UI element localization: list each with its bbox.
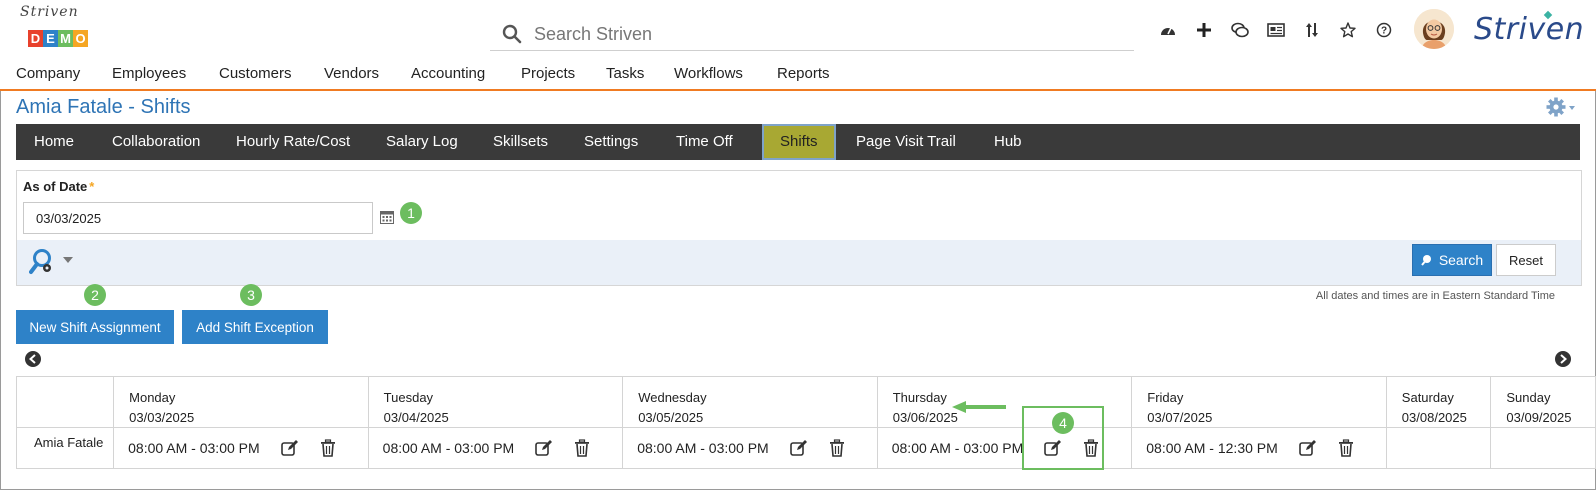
striven-demo-logo[interactable]: Striven D E M O (14, 4, 100, 52)
employee-header-cell (15, 376, 115, 428)
day-header-friday: Friday 03/07/2025 (1131, 376, 1387, 428)
edit-icon[interactable] (1296, 436, 1320, 460)
user-avatar[interactable] (1414, 9, 1454, 49)
shift-cell-wednesday: 08:00 AM - 03:00 PM (622, 427, 878, 469)
shift-schedule-table: Monday 03/03/2025 Tuesday 03/04/2025 Wedne… (15, 376, 1596, 469)
shift-cell-friday: 08:00 AM - 12:30 PM (1131, 427, 1387, 469)
search-input[interactable] (532, 20, 1116, 48)
shift-cell-tuesday: 08:00 AM - 03:00 PM (367, 427, 624, 469)
tab-hub[interactable]: Hub (976, 124, 1040, 160)
shift-cell-sunday[interactable] (1490, 427, 1596, 469)
sort-icon[interactable] (1294, 18, 1330, 42)
schedule-header-row: Monday 03/03/2025 Tuesday 03/04/2025 Wedne… (15, 376, 1596, 428)
tab-page-visit-trail[interactable]: Page Visit Trail (838, 124, 974, 160)
callout-badge-2: 2 (84, 284, 106, 306)
callout-badge-1: 1 (400, 202, 422, 224)
search-icon (502, 24, 522, 44)
tab-collaboration[interactable]: Collaboration (94, 124, 218, 160)
trash-icon[interactable] (316, 436, 340, 460)
reset-button[interactable]: Reset (1496, 244, 1556, 276)
filter-toolbar (17, 240, 1581, 285)
edit-icon[interactable] (787, 436, 811, 460)
tab-shifts[interactable]: Shifts (762, 124, 836, 160)
nav-reports[interactable]: Reports (777, 65, 830, 82)
chat-icon[interactable] (1222, 18, 1258, 42)
previous-week-arrow-icon[interactable] (25, 351, 41, 367)
edit-icon[interactable] (532, 436, 556, 460)
day-header-sunday: Sunday 03/09/2025 (1490, 376, 1596, 428)
edit-icon[interactable] (278, 436, 302, 460)
main-nav: Company Employees Customers Vendors Acco… (0, 57, 1596, 91)
demo-badge: D E M O (28, 30, 88, 47)
employee-tab-bar: Home Collaboration Hourly Rate/Cost Sala… (16, 124, 1580, 160)
page-title: Amia Fatale - Shifts (16, 96, 191, 118)
shift-cell-monday: 08:00 AM - 03:00 PM (113, 427, 369, 469)
as-of-date-input[interactable] (23, 202, 373, 234)
new-shift-assignment-button[interactable]: New Shift Assignment (16, 310, 174, 344)
nav-projects[interactable]: Projects (521, 65, 575, 82)
shift-time: 08:00 AM - 03:00 PM (637, 440, 769, 456)
shift-cell-saturday[interactable] (1385, 427, 1492, 469)
tab-salary-log[interactable]: Salary Log (368, 124, 476, 160)
next-week-arrow-icon[interactable] (1555, 351, 1571, 367)
callout-badge-4: 4 (1052, 412, 1074, 434)
required-asterisk: * (89, 179, 95, 194)
search-icon (1421, 255, 1431, 266)
tab-skillsets[interactable]: Skillsets (475, 124, 566, 160)
help-icon[interactable]: ? (1366, 18, 1402, 42)
nav-customers[interactable]: Customers (219, 65, 292, 82)
filter-panel: As of Date* 1 (16, 170, 1582, 286)
nav-accounting[interactable]: Accounting (411, 65, 485, 82)
nav-employees[interactable]: Employees (112, 65, 186, 82)
timezone-note: All dates and times are in Eastern Stand… (1315, 290, 1555, 302)
top-header: Striven D E M O Search Striven ? Striven (0, 0, 1596, 58)
tab-hourly-rate-cost[interactable]: Hourly Rate/Cost (218, 124, 368, 160)
tab-settings[interactable]: Settings (566, 124, 656, 160)
shift-time: 08:00 AM - 03:00 PM (382, 440, 515, 456)
dashboard-icon[interactable] (1150, 18, 1186, 42)
nav-vendors[interactable]: Vendors (324, 65, 379, 82)
header-icons: ? (1150, 18, 1402, 42)
as-of-date-label: As of Date * (23, 179, 95, 194)
day-header-tuesday: Tuesday 03/04/2025 (367, 376, 624, 428)
annotation-highlight-box: 4 (1022, 406, 1104, 470)
demo-letter: M (58, 30, 73, 47)
global-search (490, 16, 1134, 51)
add-shift-exception-button[interactable]: Add Shift Exception (182, 310, 328, 344)
nav-company[interactable]: Company (16, 65, 80, 82)
page-settings-gear-icon[interactable] (1546, 97, 1576, 122)
news-icon[interactable] (1258, 18, 1294, 42)
tab-home[interactable]: Home (16, 124, 92, 160)
day-header-saturday: Saturday 03/08/2025 (1385, 376, 1492, 428)
calendar-icon[interactable] (380, 210, 394, 229)
plus-icon[interactable] (1186, 18, 1222, 42)
day-header-wednesday: Wednesday 03/05/2025 (622, 376, 878, 428)
table-row: Amia Fatale 08:00 AM - 03:00 PM 08:00 AM… (15, 427, 1596, 469)
shift-time: 08:00 AM - 03:00 PM (128, 440, 260, 456)
nav-workflows[interactable]: Workflows (674, 65, 743, 82)
trash-icon[interactable] (570, 436, 594, 460)
demo-letter: E (43, 30, 58, 47)
annotation-arrow (952, 401, 1006, 413)
callout-badge-3: 3 (240, 284, 262, 306)
search-button-label: Search (1438, 252, 1484, 268)
search-button[interactable]: Search (1412, 244, 1492, 276)
employee-name-cell: Amia Fatale (15, 427, 115, 469)
tab-time-off[interactable]: Time Off (658, 124, 751, 160)
nav-tasks[interactable]: Tasks (606, 65, 644, 82)
svg-text:?: ? (1381, 26, 1387, 37)
day-header-monday: Monday 03/03/2025 (113, 376, 369, 428)
star-icon[interactable] (1330, 18, 1366, 42)
trash-icon[interactable] (1334, 436, 1358, 460)
trash-icon[interactable] (825, 436, 849, 460)
demo-letter: D (28, 30, 43, 47)
striven-brand-logo[interactable]: Striven (1474, 12, 1584, 47)
shift-time: 08:00 AM - 12:30 PM (1146, 440, 1278, 456)
logo-script-text: Striven (20, 4, 79, 20)
shift-time: 08:00 AM - 03:00 PM (891, 440, 1024, 456)
search-settings-icon[interactable] (29, 248, 79, 283)
demo-letter: O (73, 30, 88, 47)
employee-name: Amia Fatale (34, 435, 104, 450)
